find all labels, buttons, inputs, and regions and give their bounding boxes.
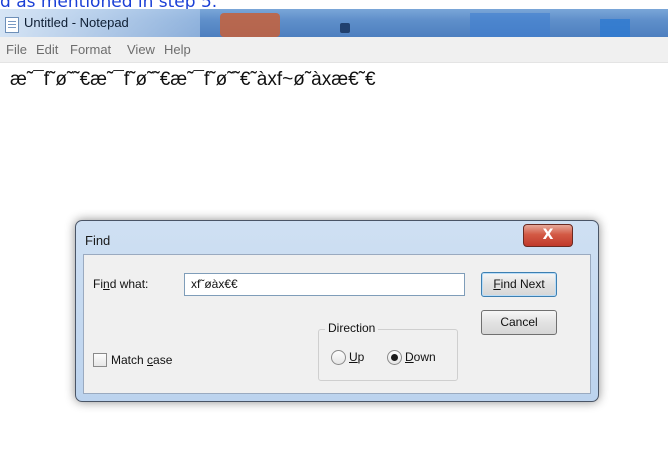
- match-case-label[interactable]: Match case: [111, 353, 172, 367]
- menu-help[interactable]: Help: [164, 42, 191, 57]
- menu-edit[interactable]: Edit: [36, 42, 58, 57]
- match-case-checkbox[interactable]: [93, 353, 107, 367]
- down-radio[interactable]: [387, 350, 402, 365]
- window-titlebar: Untitled - Notepad: [0, 9, 668, 37]
- cancel-button[interactable]: Cancel: [481, 310, 557, 335]
- up-radio[interactable]: [331, 350, 346, 365]
- direction-label: Direction: [325, 321, 379, 335]
- window-title: Untitled - Notepad: [24, 15, 129, 30]
- close-button[interactable]: X: [523, 224, 573, 247]
- menu-format[interactable]: Format: [70, 42, 111, 57]
- menu-file[interactable]: File: [6, 42, 27, 57]
- find-what-label: Find what:: [93, 277, 149, 291]
- menu-bar: File Edit Format View Help: [0, 37, 668, 63]
- menu-view[interactable]: View: [127, 42, 155, 57]
- editor-content: æ˜¯f˜ø˜˜€æ˜¯f˜ø˜˜€æ˜¯f˜ø˜˜€˜àxf~ø˜àxæ€˜€: [10, 69, 376, 90]
- find-what-input[interactable]: xf˜øàx€€: [184, 273, 465, 296]
- find-dialog-title: Find: [85, 233, 111, 248]
- notepad-icon: [5, 17, 19, 33]
- find-dialog: Find X Find what: xf˜øàx€€ Find Next Can…: [75, 220, 599, 402]
- find-next-button[interactable]: Find Next: [481, 272, 557, 297]
- direction-group: Direction Up Down: [318, 321, 458, 381]
- find-dialog-body: Find what: xf˜øàx€€ Find Next Cancel Dir…: [83, 254, 591, 394]
- close-icon: X: [542, 227, 554, 243]
- down-radio-label[interactable]: Down: [405, 350, 436, 364]
- up-radio-label[interactable]: Up: [349, 350, 364, 364]
